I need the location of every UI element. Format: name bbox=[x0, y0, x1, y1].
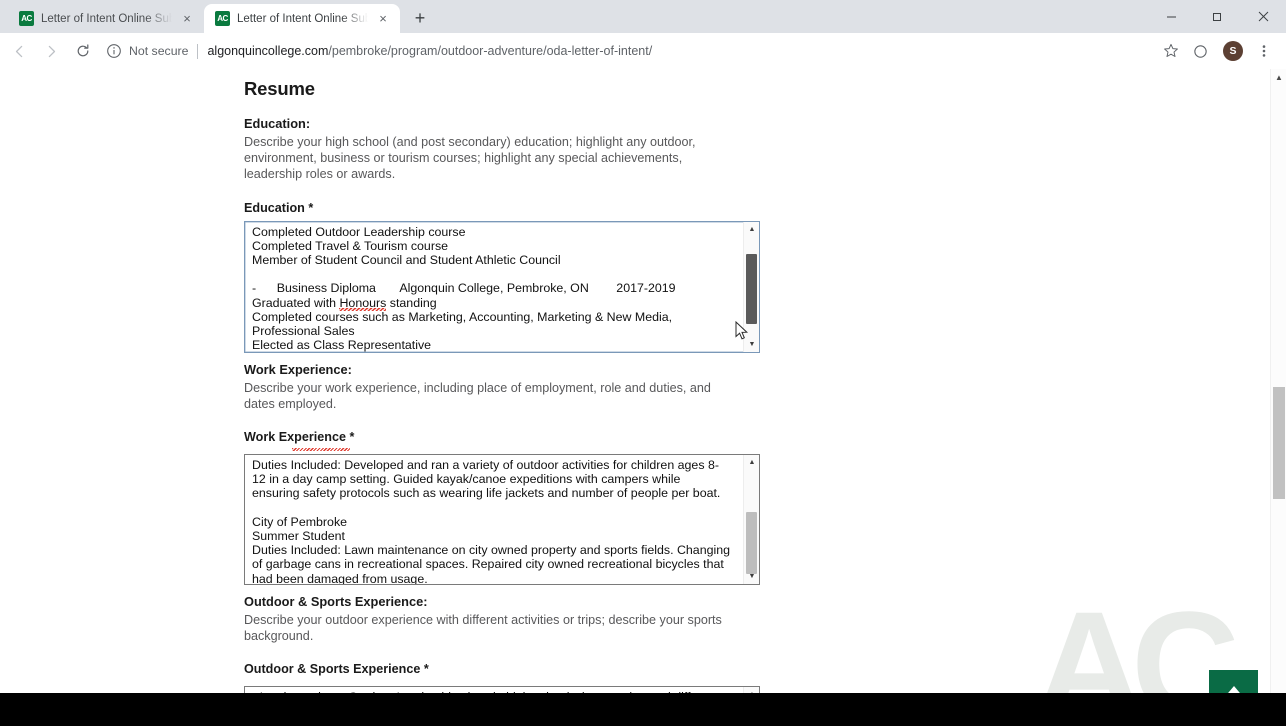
toolbar-icon-group: S bbox=[1157, 37, 1278, 65]
scrollbar-thumb[interactable] bbox=[746, 253, 757, 324]
work-experience-textarea-scrollbar[interactable]: ▲ ▼ bbox=[743, 455, 760, 585]
scrollbar-thumb[interactable] bbox=[746, 512, 757, 575]
textarea-line: City of Pembroke bbox=[252, 514, 348, 529]
education-textarea[interactable]: Completed Outdoor Leadership course Comp… bbox=[244, 220, 760, 353]
url-text: algonquincollege.com/pembroke/program/ou… bbox=[207, 44, 652, 58]
education-field-label: Education * bbox=[244, 200, 314, 215]
tab-close-icon[interactable]: × bbox=[375, 11, 391, 27]
textarea-line: Member of Student Council and Student At… bbox=[252, 253, 561, 268]
tab-letter-of-intent-1[interactable]: AC Letter of Intent Online Submissi × bbox=[8, 4, 204, 33]
outdoor-sports-section-heading: Outdoor & Sports Experience: bbox=[244, 594, 428, 610]
page-content: Resume Education: Describe your high sch… bbox=[0, 69, 1270, 726]
tab-close-icon[interactable]: × bbox=[179, 11, 195, 27]
page-title: Resume bbox=[244, 78, 315, 99]
bottom-black-bar bbox=[0, 693, 1286, 726]
tab-letter-of-intent-2[interactable]: AC Letter of Intent Online Submissi × bbox=[204, 4, 400, 33]
education-section-description: Describe your high school (and post seco… bbox=[244, 135, 696, 182]
outdoor-sports-field-label: Outdoor & Sports Experience * bbox=[244, 662, 429, 677]
page-scrollbar-thumb[interactable] bbox=[1273, 387, 1285, 499]
tab-title: Letter of Intent Online Submissi bbox=[41, 12, 172, 25]
security-status-label: Not secure bbox=[129, 44, 189, 58]
maximize-restore-button[interactable] bbox=[1194, 0, 1240, 33]
minimize-button[interactable] bbox=[1148, 0, 1194, 33]
address-bar[interactable]: Not secure algonquincollege.com/pembroke… bbox=[106, 38, 1149, 64]
textarea-line: Elected as Class Representative bbox=[252, 338, 432, 352]
profile-avatar[interactable]: S bbox=[1223, 41, 1243, 61]
reload-button[interactable] bbox=[68, 36, 98, 66]
work-experience-textarea[interactable]: Duties Included: Developed and ran a var… bbox=[244, 454, 760, 586]
work-experience-field-label: Work Experience * bbox=[244, 430, 355, 452]
page-scroll-up-arrow-icon[interactable]: ▲ bbox=[1271, 69, 1286, 85]
textarea-line-misspelled: Graduated with Honours standing bbox=[252, 295, 437, 311]
textarea-line: Completed courses such as Marketing, Acc… bbox=[252, 309, 673, 324]
extension-circle-icon[interactable] bbox=[1186, 37, 1214, 65]
browser-window: AC Letter of Intent Online Submissi × AC… bbox=[0, 0, 1286, 726]
textarea-line: Summer Student bbox=[252, 529, 345, 544]
scroll-down-arrow-icon[interactable]: ▼ bbox=[744, 337, 760, 352]
close-button[interactable] bbox=[1240, 0, 1286, 33]
textarea-line: Duties Included: Developed and ran a var… bbox=[252, 458, 721, 501]
textarea-line: Duties Included: Lawn maintenance on cit… bbox=[252, 543, 731, 585]
education-section-heading: Education: bbox=[244, 116, 311, 131]
outdoor-sports-section-description: Describe your outdoor experience with di… bbox=[244, 613, 722, 644]
omnibox-divider bbox=[197, 43, 199, 59]
chrome-menu-icon[interactable] bbox=[1250, 37, 1278, 65]
textarea-line: - Business Diploma Algonquin College, Pe… bbox=[252, 281, 676, 296]
work-experience-section-heading: Work Experience: bbox=[244, 361, 352, 377]
page-viewport: AC Resume Education: Describe your high … bbox=[0, 69, 1286, 726]
algonquin-college-favicon-icon: AC bbox=[215, 11, 230, 26]
bookmark-star-icon[interactable] bbox=[1157, 37, 1185, 65]
textarea-blank-line bbox=[252, 267, 742, 281]
url-path: /pembroke/program/outdoor-adventure/oda-… bbox=[328, 44, 653, 58]
window-controls bbox=[1148, 0, 1286, 33]
tab-strip: AC Letter of Intent Online Submissi × AC… bbox=[0, 0, 1286, 33]
browser-toolbar: Not secure algonquincollege.com/pembroke… bbox=[0, 33, 1286, 69]
textarea-line: Completed Travel & Tourism course bbox=[252, 238, 449, 253]
scroll-up-arrow-icon[interactable]: ▲ bbox=[744, 455, 760, 470]
textarea-blank-line bbox=[252, 501, 742, 515]
textarea-line: Professional Sales bbox=[252, 324, 355, 339]
back-button[interactable] bbox=[4, 36, 34, 66]
tab-title: Letter of Intent Online Submissi bbox=[237, 12, 368, 25]
new-tab-button[interactable]: + bbox=[406, 4, 434, 32]
scroll-up-arrow-icon[interactable]: ▲ bbox=[744, 222, 760, 237]
url-host: algonquincollege.com bbox=[207, 44, 329, 58]
education-textarea-scrollbar[interactable]: ▲ ▼ bbox=[743, 221, 760, 352]
info-circle-icon[interactable] bbox=[106, 43, 122, 59]
misspelled-word: Honours bbox=[339, 295, 387, 311]
forward-button[interactable] bbox=[36, 36, 66, 66]
work-experience-section-description: Describe your work experience, including… bbox=[244, 380, 711, 411]
textarea-line: Completed Outdoor Leadership course bbox=[252, 224, 466, 239]
scroll-down-arrow-icon[interactable]: ▼ bbox=[744, 569, 760, 584]
page-scrollbar[interactable]: ▲ ▼ bbox=[1270, 69, 1286, 726]
algonquin-college-favicon-icon: AC bbox=[19, 11, 34, 26]
